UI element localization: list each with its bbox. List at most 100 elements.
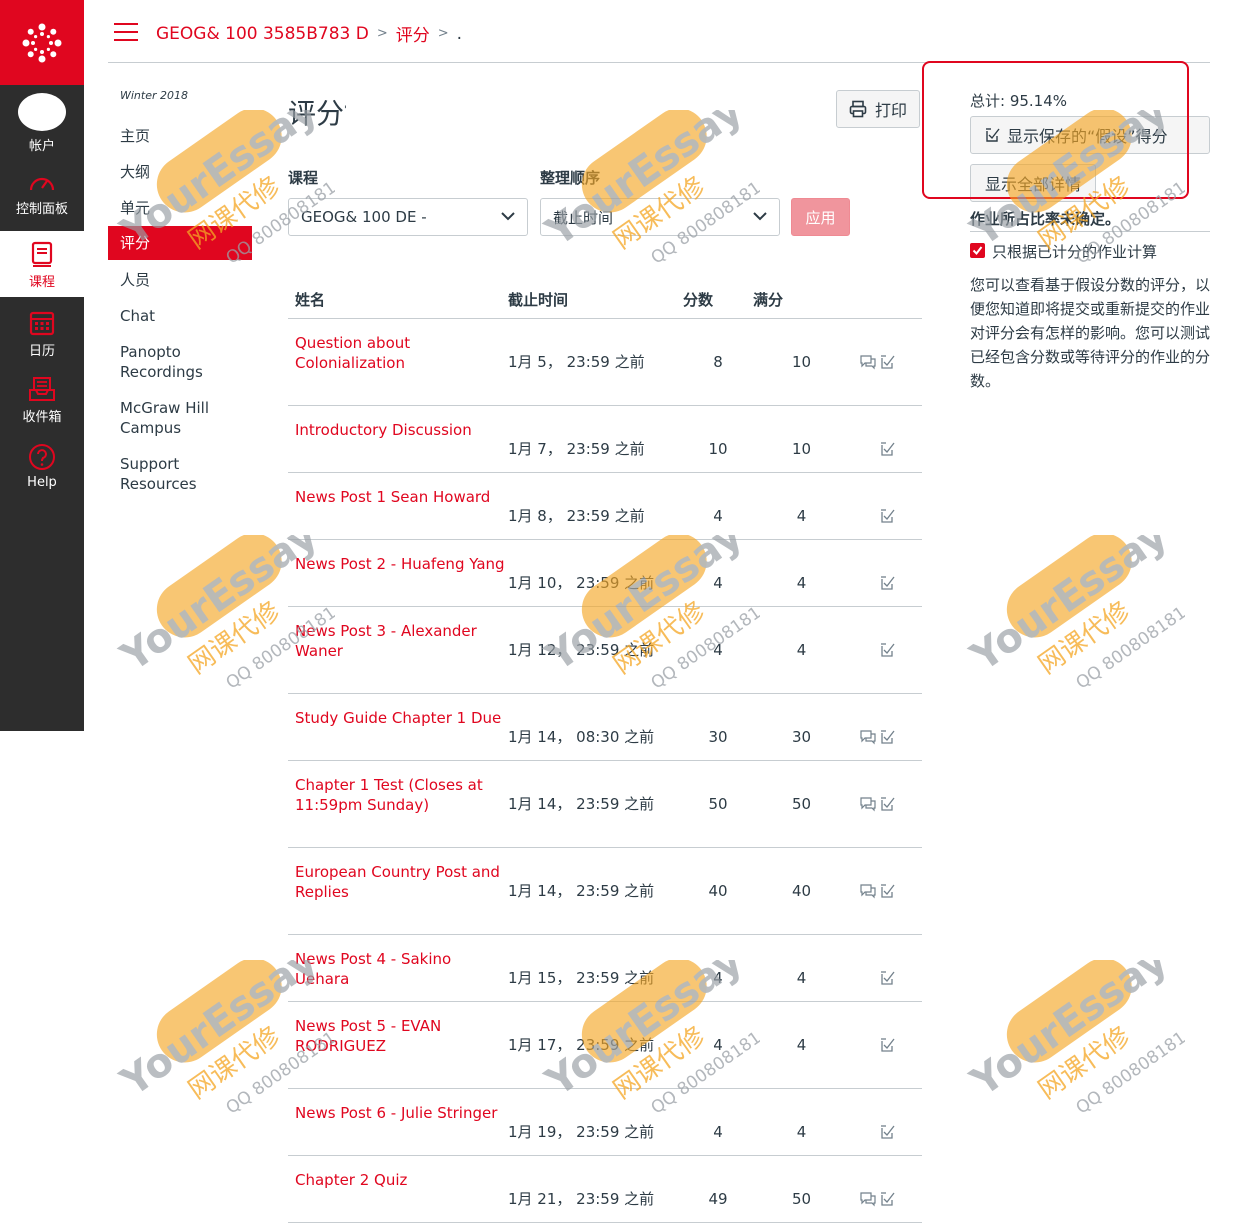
course-nav-modules[interactable]: 单元 [120, 198, 150, 218]
watermark-tagline: 网课代修 [1033, 596, 1135, 680]
whatif-icon[interactable] [880, 796, 896, 812]
chevron-down-icon [501, 212, 515, 221]
assignment-link[interactable]: Introductory Discussion [295, 420, 508, 440]
table-row: News Post 5 - EVAN RODRIGUEZ 1月 17， 23:59… [288, 1001, 922, 1089]
course-select[interactable]: GEOG& 100 DE - [288, 198, 528, 236]
nav-help[interactable]: Help [0, 443, 84, 490]
assignment-link[interactable]: European Country Post and Replies [295, 862, 508, 902]
course-nav-chat[interactable]: Chat [120, 306, 155, 326]
score-cell[interactable]: 4 [683, 934, 753, 1002]
nav-calendar[interactable]: 日历 [0, 310, 84, 359]
due-cell: 1月 8， 23:59 之前 [508, 472, 683, 540]
course-nav-grades[interactable]: 评分 [108, 226, 252, 260]
score-cell[interactable]: 4 [683, 1001, 753, 1089]
col-due-header[interactable]: 截止时间 [508, 282, 683, 319]
score-cell[interactable]: 10 [683, 405, 753, 473]
score-cell[interactable]: 40 [683, 847, 753, 935]
due-cell: 1月 10， 23:59 之前 [508, 539, 683, 607]
watermark: YourEssay 网课代修 QQ 800808181 [955, 937, 1190, 1140]
watermark-tagline: 网课代修 [1033, 1021, 1135, 1105]
comment-icon[interactable] [860, 883, 876, 899]
col-score-header[interactable]: 分数 [683, 282, 753, 319]
row-actions [850, 606, 922, 694]
nav-account[interactable]: 帐户 [0, 93, 84, 154]
course-nav-syllabus[interactable]: 大纲 [120, 162, 150, 182]
course-select-value: GEOG& 100 DE - [301, 208, 427, 226]
whatif-icon[interactable] [880, 1037, 896, 1053]
table-row: European Country Post and Replies 1月 14， … [288, 847, 922, 935]
assignment-link[interactable]: Question about Colonialization [295, 333, 508, 373]
whatif-icon[interactable] [880, 441, 896, 457]
course-nav-home[interactable]: 主页 [120, 126, 150, 146]
whatif-icon[interactable] [880, 970, 896, 986]
whatif-icon[interactable] [880, 508, 896, 524]
score-cell[interactable]: 49 [683, 1155, 753, 1223]
watermark-qq: QQ 800808181 [1072, 603, 1185, 694]
assignment-link[interactable]: News Post 4 - Sakino Uehara [295, 949, 508, 989]
score-cell[interactable]: 4 [683, 472, 753, 540]
whatif-icon[interactable] [880, 575, 896, 591]
max-score-cell: 10 [753, 405, 850, 473]
calendar-icon [29, 311, 55, 336]
table-header-row: 姓名 截止时间 分数 满分 [288, 282, 922, 319]
nav-account-label: 帐户 [28, 139, 55, 154]
whatif-icon[interactable] [880, 1191, 896, 1207]
assignment-link[interactable]: News Post 2 - Huafeng Yang [295, 554, 508, 574]
comment-icon[interactable] [860, 354, 876, 370]
breadcrumb-section[interactable]: 评分 [396, 21, 430, 46]
course-nav-mcgraw-hill[interactable]: McGraw Hill Campus [120, 398, 230, 438]
apply-button[interactable]: 应用 [791, 198, 850, 236]
whatif-icon[interactable] [880, 883, 896, 899]
row-actions [850, 847, 922, 935]
score-cell[interactable]: 8 [683, 318, 753, 406]
course-nav-panopto[interactable]: Panopto Recordings [120, 342, 230, 382]
breadcrumb-course[interactable]: GEOG& 100 3585B783 D [156, 24, 369, 44]
comment-icon[interactable] [860, 729, 876, 745]
print-button[interactable]: 打印 [836, 90, 920, 128]
comment-icon[interactable] [860, 1191, 876, 1207]
course-nav-support[interactable]: Support Resources [120, 454, 230, 494]
assignment-link[interactable]: Study Guide Chapter 1 Due [295, 708, 508, 728]
assignment-link[interactable]: Chapter 1 Test (Closes at 11:59pm Sunday… [295, 775, 508, 815]
nav-dashboard[interactable]: 控制面板 [0, 172, 84, 217]
max-score-cell: 4 [753, 472, 850, 540]
course-nav-people[interactable]: 人员 [120, 270, 150, 290]
whatif-icon[interactable] [880, 729, 896, 745]
weight-note: 作业所占比率未确定。 [970, 210, 1121, 228]
score-cell[interactable]: 4 [683, 539, 753, 607]
comment-icon[interactable] [860, 796, 876, 812]
score-cell[interactable]: 30 [683, 693, 753, 761]
score-cell[interactable]: 4 [683, 1088, 753, 1156]
max-score-cell: 4 [753, 1088, 850, 1156]
score-cell[interactable]: 4 [683, 606, 753, 694]
nav-inbox[interactable]: 收件箱 [0, 376, 84, 425]
whatif-icon[interactable] [880, 354, 896, 370]
row-actions [850, 1001, 922, 1089]
due-cell: 1月 5， 23:59 之前 [508, 318, 683, 406]
assignment-cell: Introductory Discussion [288, 405, 508, 473]
order-select[interactable]: 截止时间 [540, 198, 780, 236]
assignment-link[interactable]: News Post 1 Sean Howard [295, 487, 508, 507]
nav-courses[interactable]: 课程 [0, 231, 84, 297]
dashboard-icon [29, 177, 55, 191]
score-cell[interactable]: 50 [683, 760, 753, 848]
canvas-logo-icon[interactable] [0, 0, 84, 85]
term-label: Winter 2018 [120, 89, 188, 102]
whatif-icon[interactable] [880, 642, 896, 658]
max-score-cell: 30 [753, 693, 850, 761]
max-score-cell: 40 [753, 847, 850, 935]
watermark-tagline: 网课代修 [183, 596, 285, 680]
col-name-header[interactable]: 姓名 [288, 282, 508, 319]
whatif-icon[interactable] [880, 1124, 896, 1140]
table-row: Chapter 1 Test (Closes at 11:59pm Sunday… [288, 760, 922, 848]
table-row: Question about Colonialization 1月 5， 23:5… [288, 318, 922, 406]
graded-only-checkbox[interactable] [970, 243, 985, 258]
assignment-link[interactable]: News Post 5 - EVAN RODRIGUEZ [295, 1016, 508, 1056]
row-actions [850, 405, 922, 473]
graded-only-label[interactable]: 只根据已计分的作业计算 [992, 241, 1157, 262]
col-max-header[interactable]: 满分 [753, 282, 850, 319]
hamburger-menu-icon[interactable] [114, 23, 138, 41]
assignment-link[interactable]: News Post 6 - Julie Stringer [295, 1103, 508, 1123]
assignment-link[interactable]: Chapter 2 Quiz [295, 1170, 508, 1190]
assignment-link[interactable]: News Post 3 - Alexander Waner [295, 621, 508, 661]
